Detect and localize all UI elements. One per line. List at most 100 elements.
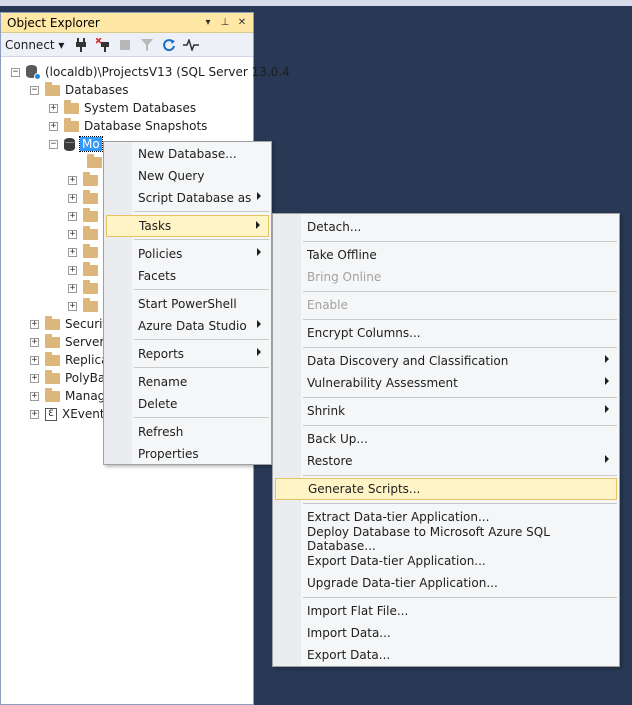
menu-item-export-data-tier[interactable]: Export Data-tier Application... bbox=[275, 550, 617, 572]
tree-node-polybase[interactable]: + PolyBa bbox=[30, 369, 105, 387]
menu-item-encrypt-columns[interactable]: Encrypt Columns... bbox=[275, 322, 617, 344]
dropdown-icon[interactable]: ▾ bbox=[201, 17, 215, 28]
pin-icon[interactable]: ⊥ bbox=[218, 17, 232, 28]
menu-item-start-powershell[interactable]: Start PowerShell bbox=[106, 293, 269, 315]
server-icon bbox=[26, 65, 41, 80]
tree-node-replication[interactable]: + Replica bbox=[30, 351, 108, 369]
submenu-arrow-icon bbox=[605, 355, 609, 363]
tree-node-system-databases[interactable]: + System Databases bbox=[49, 99, 196, 117]
menu-item-export-data[interactable]: Export Data... bbox=[275, 644, 617, 666]
tree-node-db-child[interactable]: + bbox=[68, 261, 103, 279]
expand-icon[interactable]: + bbox=[30, 319, 39, 329]
submenu-arrow-icon bbox=[605, 405, 609, 413]
menu-item-restore[interactable]: Restore bbox=[275, 450, 617, 472]
tree-node-db-child[interactable]: + bbox=[68, 207, 103, 225]
menu-item-refresh[interactable]: Refresh bbox=[106, 421, 269, 443]
expand-icon[interactable]: + bbox=[30, 409, 39, 419]
menu-item-reports[interactable]: Reports bbox=[106, 343, 269, 365]
menu-item-label: Shrink bbox=[307, 404, 346, 418]
expand-icon[interactable]: + bbox=[68, 229, 77, 239]
menu-item-back-up[interactable]: Back Up... bbox=[275, 428, 617, 450]
menu-item-azure-data-studio[interactable]: Azure Data Studio bbox=[106, 315, 269, 337]
menu-item-label: Restore bbox=[307, 454, 353, 468]
folder-icon bbox=[45, 81, 60, 96]
menu-separator bbox=[303, 291, 617, 292]
menu-separator bbox=[134, 339, 269, 340]
expand-icon[interactable]: + bbox=[68, 301, 77, 311]
expand-icon[interactable]: + bbox=[68, 265, 77, 275]
tree-node-db-child[interactable]: + bbox=[68, 225, 103, 243]
submenu-arrow-icon bbox=[257, 192, 261, 200]
collapse-icon[interactable]: − bbox=[11, 67, 20, 77]
close-icon[interactable]: ✕ bbox=[235, 17, 249, 28]
menu-item-properties[interactable]: Properties bbox=[106, 443, 269, 465]
object-explorer-title: Object Explorer bbox=[7, 15, 100, 30]
tree-node-db-child[interactable]: + bbox=[68, 189, 103, 207]
menu-item-vulnerability-assessment[interactable]: Vulnerability Assessment bbox=[275, 372, 617, 394]
menu-separator bbox=[134, 289, 269, 290]
tree-node-db-child[interactable]: + bbox=[68, 243, 103, 261]
menu-item-shrink[interactable]: Shrink bbox=[275, 400, 617, 422]
menu-item-take-offline[interactable]: Take Offline bbox=[275, 244, 617, 266]
disconnect-icon[interactable] bbox=[94, 36, 112, 54]
connect-plug-icon[interactable] bbox=[72, 36, 90, 54]
menu-item-new-database[interactable]: New Database... bbox=[106, 143, 269, 165]
expand-icon[interactable]: + bbox=[68, 175, 77, 185]
menu-item-detach[interactable]: Detach... bbox=[275, 216, 617, 238]
collapse-icon[interactable]: − bbox=[30, 85, 39, 95]
tree-node-xevent[interactable]: + Ɛ XEvent bbox=[30, 405, 105, 423]
folder-icon bbox=[45, 369, 60, 384]
tree-node-databases[interactable]: − Databases bbox=[30, 81, 129, 99]
submenu-arrow-icon bbox=[257, 348, 261, 356]
menu-item-tasks[interactable]: Tasks bbox=[106, 215, 269, 237]
folder-icon bbox=[83, 189, 98, 204]
expand-icon[interactable]: + bbox=[30, 355, 39, 365]
object-explorer-toolbar: Connect ▾ bbox=[1, 33, 253, 57]
folder-icon bbox=[83, 243, 98, 258]
tree-node-server-objects[interactable]: + Server bbox=[30, 333, 104, 351]
menu-item-upgrade-data-tier[interactable]: Upgrade Data-tier Application... bbox=[275, 572, 617, 594]
menu-item-label: Data Discovery and Classification bbox=[307, 354, 509, 368]
menu-item-import-flat-file[interactable]: Import Flat File... bbox=[275, 600, 617, 622]
tree-node-database-snapshots[interactable]: + Database Snapshots bbox=[49, 117, 207, 135]
object-explorer-title-bar: Object Explorer ▾ ⊥ ✕ bbox=[1, 13, 253, 33]
menu-item-delete[interactable]: Delete bbox=[106, 393, 269, 415]
tree-label-security: Securit bbox=[65, 317, 108, 331]
database-context-menu: New Database... New Query Script Databas… bbox=[103, 141, 272, 465]
expand-icon[interactable]: + bbox=[68, 211, 77, 221]
expand-icon[interactable]: + bbox=[30, 373, 39, 383]
tree-node-security[interactable]: + Securit bbox=[30, 315, 107, 333]
expand-icon[interactable]: + bbox=[30, 337, 39, 347]
expand-icon[interactable]: + bbox=[49, 103, 58, 113]
tree-node-db-child[interactable]: + bbox=[68, 279, 103, 297]
menu-item-rename[interactable]: Rename bbox=[106, 371, 269, 393]
menu-item-facets[interactable]: Facets bbox=[106, 265, 269, 287]
expand-icon[interactable]: + bbox=[30, 391, 39, 401]
stop-icon bbox=[116, 36, 134, 54]
tree-node-management[interactable]: + Manag bbox=[30, 387, 105, 405]
refresh-icon[interactable] bbox=[160, 36, 178, 54]
menu-item-data-discovery[interactable]: Data Discovery and Classification bbox=[275, 350, 617, 372]
tree-node-server[interactable]: − (localdb)\ProjectsV13 (SQL Server 13.0… bbox=[11, 63, 290, 81]
menu-item-import-data[interactable]: Import Data... bbox=[275, 622, 617, 644]
tree-node-db-child[interactable]: + bbox=[68, 297, 103, 315]
expand-icon[interactable]: + bbox=[49, 121, 58, 131]
tree-label-management: Manag bbox=[65, 389, 106, 403]
menu-item-deploy-to-azure[interactable]: Deploy Database to Microsoft Azure SQL D… bbox=[275, 525, 617, 553]
connect-button[interactable]: Connect ▾ bbox=[5, 38, 64, 52]
submenu-arrow-icon bbox=[257, 248, 261, 256]
menu-item-script-database-as[interactable]: Script Database as bbox=[106, 187, 269, 209]
tree-node-selected-database[interactable]: − Mo bbox=[49, 135, 103, 153]
menu-separator bbox=[303, 597, 617, 598]
folder-icon bbox=[45, 315, 60, 330]
tree-node-db-child[interactable]: + bbox=[68, 171, 103, 189]
menu-item-new-query[interactable]: New Query bbox=[106, 165, 269, 187]
activity-monitor-icon[interactable] bbox=[182, 36, 200, 54]
menu-item-bring-online: Bring Online bbox=[307, 270, 382, 284]
expand-icon[interactable]: + bbox=[68, 193, 77, 203]
expand-icon[interactable]: + bbox=[68, 283, 77, 293]
menu-item-generate-scripts[interactable]: Generate Scripts... bbox=[275, 478, 617, 500]
expand-icon[interactable]: + bbox=[68, 247, 77, 257]
menu-item-policies[interactable]: Policies bbox=[106, 243, 269, 265]
collapse-icon[interactable]: − bbox=[49, 139, 58, 149]
